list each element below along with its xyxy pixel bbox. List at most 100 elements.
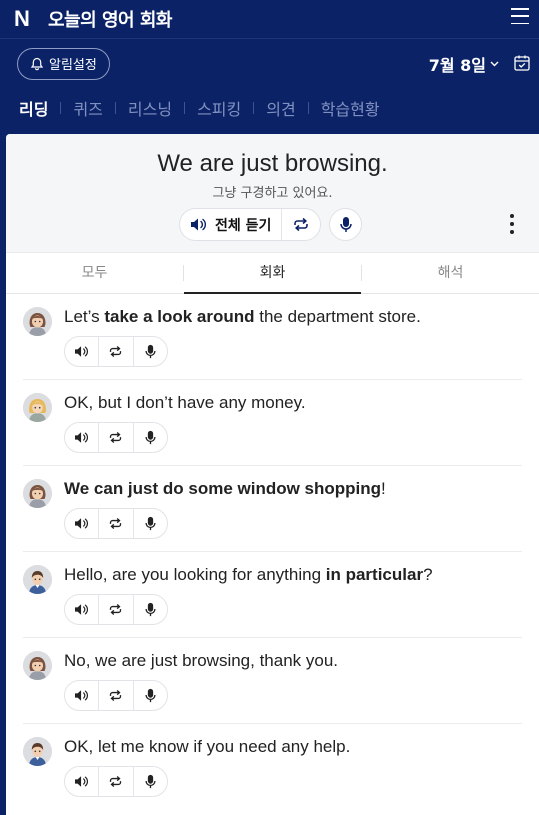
microphone-icon — [340, 217, 352, 232]
repeat-button[interactable] — [281, 209, 320, 240]
repeat-line-button[interactable] — [98, 681, 132, 710]
key-expression: We can just do some window shopping — [64, 479, 382, 498]
line-controls — [64, 336, 168, 367]
microphone-icon — [145, 688, 156, 703]
repeat-icon — [110, 518, 122, 529]
dialog-text: We can just do some window shopping! — [64, 479, 522, 499]
naver-logo[interactable]: N — [14, 8, 36, 30]
repeat-line-button[interactable] — [98, 595, 132, 624]
app-title[interactable]: 오늘의 영어 회화 — [48, 6, 172, 32]
play-line-button[interactable] — [65, 337, 98, 366]
repeat-line-button[interactable] — [98, 509, 132, 538]
play-line-button[interactable] — [65, 423, 98, 452]
dialog-line-body: OK, let me know if you need any help. — [64, 737, 522, 810]
tab-opinion[interactable]: 의견 — [266, 96, 295, 120]
record-line-button[interactable] — [132, 423, 167, 452]
tab-reading[interactable]: 리딩 — [19, 96, 48, 120]
dialog-text: No, we are just browsing, thank you. — [64, 651, 522, 671]
dialog-text-segment: ? — [423, 565, 433, 584]
dialog-line: OK, but I don’t have any money. — [23, 380, 522, 466]
hamburger-menu-icon[interactable] — [511, 8, 529, 24]
listen-all-button[interactable]: 전체 듣기 — [180, 209, 281, 240]
microphone-icon — [145, 430, 156, 445]
line-controls — [64, 422, 168, 453]
microphone-icon — [145, 516, 156, 531]
dialog-text-segment: Hello, are you looking for anything — [64, 565, 326, 584]
key-expression: take a look around — [104, 307, 255, 326]
speaker-icon — [75, 690, 89, 701]
bell-icon — [30, 57, 44, 70]
dialog-text: Hello, are you looking for anything in p… — [64, 565, 522, 585]
line-controls — [64, 508, 168, 539]
repeat-line-button[interactable] — [98, 423, 132, 452]
dialog-line-body: No, we are just browsing, thank you. — [64, 651, 522, 723]
speaker-icon — [191, 218, 207, 231]
line-controls — [64, 680, 168, 711]
repeat-icon — [110, 604, 122, 615]
line-controls — [64, 766, 168, 797]
play-line-button[interactable] — [65, 681, 98, 710]
tab-quiz[interactable]: 퀴즈 — [73, 96, 102, 120]
repeat-line-button[interactable] — [98, 767, 132, 796]
repeat-icon — [110, 346, 122, 357]
calendar-check-icon[interactable] — [513, 54, 531, 72]
record-button[interactable] — [329, 208, 363, 241]
date-label: 7월 8일 — [428, 56, 486, 75]
speaker-avatar — [23, 307, 52, 336]
key-expression: in particular — [325, 565, 424, 584]
sub-header: 알림설정 7월 8일 — [0, 38, 539, 88]
view-tab-conversation[interactable]: 회화 — [184, 253, 361, 294]
play-line-button[interactable] — [65, 509, 98, 538]
dialog-text-segment: the department store. — [254, 307, 421, 326]
dialog-text-segment: Let’s — [64, 307, 105, 326]
tab-listening[interactable]: 리스닝 — [128, 96, 172, 120]
date-selector[interactable]: 7월 8일 — [429, 52, 499, 76]
record-line-button[interactable] — [132, 681, 167, 710]
speaker-avatar — [23, 479, 52, 508]
speaker-icon — [75, 604, 89, 615]
tab-learning-status[interactable]: 학습현황 — [321, 96, 380, 120]
microphone-icon — [145, 774, 156, 789]
tab-divider — [184, 102, 186, 114]
alarm-settings-button[interactable]: 알림설정 — [17, 47, 110, 80]
repeat-icon — [110, 690, 122, 701]
dialog-text-segment: OK, let me know if you need any help. — [64, 737, 351, 756]
listen-all-label: 전체 듣기 — [215, 217, 272, 234]
view-tab-all[interactable]: 모두 — [6, 253, 183, 293]
chevron-down-icon — [490, 61, 499, 67]
dialog-line: OK, let me know if you need any help. — [23, 724, 522, 810]
speaker-avatar — [23, 393, 52, 422]
key-sentence-translation: 그냥 구경하고 있어요. — [212, 186, 333, 201]
listen-control: 전체 듣기 — [179, 208, 322, 241]
tab-divider — [114, 102, 116, 114]
dialog-text: Let’s take a look around the department … — [64, 307, 522, 327]
key-sentence: We are just browsing. — [157, 150, 388, 177]
dialog-line-body: We can just do some window shopping! — [64, 479, 522, 551]
app-header: N 오늘의 영어 회화 — [0, 0, 539, 38]
record-line-button[interactable] — [132, 767, 167, 796]
play-line-button[interactable] — [65, 595, 98, 624]
tab-divider — [60, 102, 62, 114]
more-options-icon[interactable] — [510, 214, 514, 234]
tab-divider — [307, 102, 309, 114]
dialog-list: Let’s take a look around the department … — [6, 294, 539, 810]
microphone-icon — [145, 602, 156, 617]
dialog-line-body: Let’s take a look around the department … — [64, 307, 522, 379]
dialog-line: We can just do some window shopping! — [23, 466, 522, 552]
repeat-icon — [294, 217, 309, 232]
record-line-button[interactable] — [132, 337, 167, 366]
repeat-line-button[interactable] — [98, 337, 132, 366]
speaker-avatar — [23, 651, 52, 680]
speaker-avatar — [23, 565, 52, 594]
view-tab-translation[interactable]: 해석 — [362, 253, 539, 293]
dialog-line-body: Hello, are you looking for anything in p… — [64, 565, 522, 637]
repeat-icon — [110, 776, 122, 787]
record-line-button[interactable] — [132, 595, 167, 624]
alarm-settings-label: 알림설정 — [49, 58, 97, 73]
record-line-button[interactable] — [132, 509, 167, 538]
tab-speaking[interactable]: 스피킹 — [197, 96, 241, 120]
play-line-button[interactable] — [65, 767, 98, 796]
dialog-line-body: OK, but I don’t have any money. — [64, 393, 522, 465]
dialog-text: OK, let me know if you need any help. — [64, 737, 522, 757]
lesson-controls: 전체 듣기 — [179, 208, 363, 241]
